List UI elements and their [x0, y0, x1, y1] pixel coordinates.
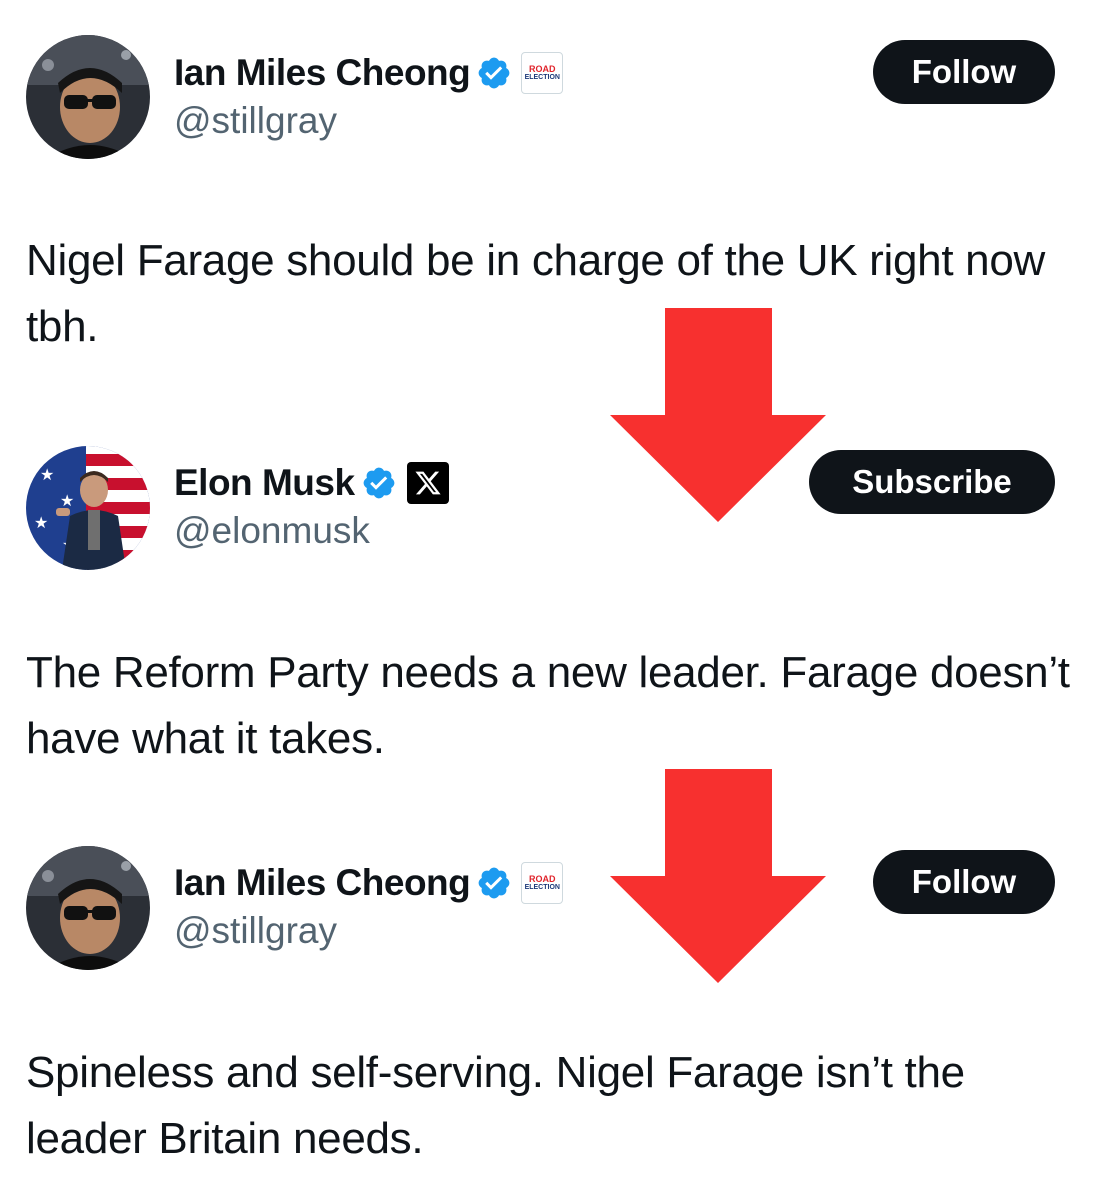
verified-badge-icon: [361, 465, 397, 501]
display-name[interactable]: Elon Musk: [174, 462, 355, 504]
name-row: Ian Miles Cheong ROAD ELECTION: [174, 858, 564, 908]
down-arrow-icon: [610, 308, 826, 522]
affiliate-badge-bottom: ELECTION: [524, 73, 560, 81]
svg-text:★: ★: [40, 465, 54, 484]
affiliate-badge-top: ROAD: [529, 63, 556, 74]
tweet-text: Spineless and self-serving. Nigel Farage…: [26, 1048, 965, 1163]
avatar-image: [26, 35, 150, 159]
tweet-text: Nigel Farage should be in charge of the …: [26, 236, 1046, 351]
handle[interactable]: @stillgray: [174, 910, 337, 952]
down-arrow-icon: [610, 769, 826, 983]
affiliate-badge[interactable]: ROAD ELECTION: [521, 862, 564, 904]
avatar-image: [26, 846, 150, 970]
name-row: Elon Musk: [174, 458, 449, 508]
follow-button[interactable]: Follow: [873, 40, 1055, 104]
avatar-image: ★ ★ ★ ★: [26, 446, 150, 570]
x-logo-icon[interactable]: [406, 462, 449, 504]
verified-badge-icon: [476, 55, 512, 91]
verified-badge-icon: [476, 865, 512, 901]
follow-button[interactable]: Follow: [873, 850, 1055, 914]
handle[interactable]: @elonmusk: [174, 510, 370, 552]
svg-text:★: ★: [34, 513, 48, 532]
avatar[interactable]: [26, 35, 150, 159]
name-row: Ian Miles Cheong ROAD ELECTION: [174, 48, 564, 98]
avatar[interactable]: ★ ★ ★ ★: [26, 446, 150, 570]
display-name[interactable]: Ian Miles Cheong: [174, 862, 471, 904]
affiliate-badge-bottom: ELECTION: [524, 883, 560, 891]
affiliate-badge-top: ROAD: [529, 873, 556, 884]
affiliate-badge[interactable]: ROAD ELECTION: [521, 52, 564, 94]
display-name[interactable]: Ian Miles Cheong: [174, 52, 471, 94]
tweet-text: The Reform Party needs a new leader. Far…: [26, 648, 1070, 763]
subscribe-button[interactable]: Subscribe: [809, 450, 1055, 514]
svg-text:★: ★: [60, 491, 74, 510]
avatar[interactable]: [26, 846, 150, 970]
handle[interactable]: @stillgray: [174, 100, 337, 142]
